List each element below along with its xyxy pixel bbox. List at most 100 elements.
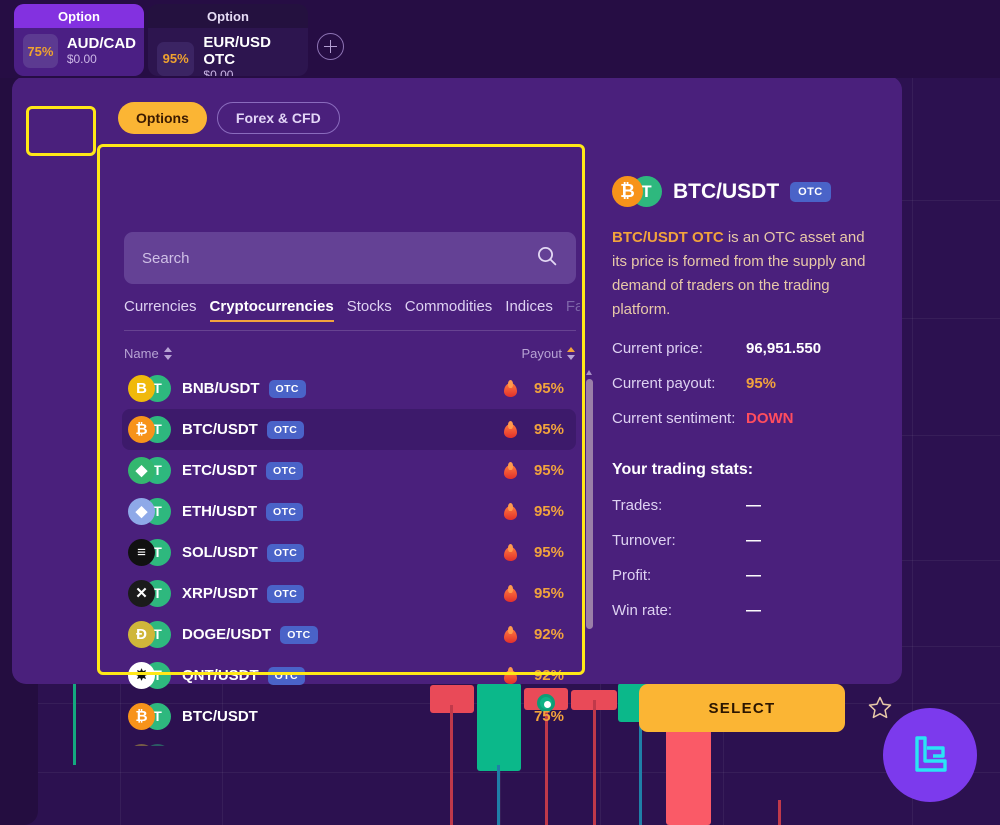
segment-forex-cfd[interactable]: Forex & CFD xyxy=(216,102,340,134)
asset-payout: 95% xyxy=(533,585,564,602)
tab-stocks[interactable]: Stocks xyxy=(347,298,392,320)
select-button[interactable]: SELECT xyxy=(639,684,845,732)
table-row[interactable]: ₿ T BTC/USDT OTC 95% xyxy=(122,409,576,450)
asset-payout: 95% xyxy=(533,421,564,438)
base-coin-icon: ≡ xyxy=(128,538,155,566)
coin-pair-icon: ₿ T xyxy=(612,176,662,208)
scroll-up-icon[interactable] xyxy=(586,370,592,375)
current-sentiment-label: Current sentiment: xyxy=(612,410,736,427)
coin-pair-icon: ✕ T xyxy=(128,579,174,608)
coin-pair-icon: ✸ T xyxy=(128,661,174,690)
otc-badge: OTC xyxy=(266,502,304,521)
asset-pair-name: BNB/USDT xyxy=(182,380,260,397)
asset-description-emphasis: BTC/USDT OTC xyxy=(612,229,724,246)
stat-value: — xyxy=(746,532,761,549)
current-price-value: 96,951.550 xyxy=(746,340,822,357)
asset-tab-amount: $0.00 xyxy=(203,68,234,76)
table-row[interactable]: ₿ T BTC/USDT 75% xyxy=(122,696,576,737)
asset-tab-kind: Option xyxy=(14,4,144,28)
asset-tab-kind: Option xyxy=(148,4,308,28)
stat-value: — xyxy=(746,567,761,584)
flame-icon xyxy=(504,544,517,561)
tab-currencies[interactable]: Currencies xyxy=(124,298,197,320)
asset-payout: 95% xyxy=(533,503,564,520)
asset-payout: 92% xyxy=(533,626,564,643)
current-price-row: Current price: 96,951.550 xyxy=(612,340,908,357)
base-coin-icon: ✸ xyxy=(128,661,155,689)
plus-circle-icon[interactable] xyxy=(317,33,344,60)
asset-payout: 95% xyxy=(533,462,564,479)
table-row[interactable]: Ð T DOGE/USDT OTC 92% xyxy=(122,614,576,655)
flame-icon xyxy=(504,380,517,397)
detail-actions: SELECT xyxy=(639,684,893,732)
table-row[interactable]: B T BNB/USDT OTC 95% xyxy=(122,368,576,409)
stat-label: Trades: xyxy=(612,497,663,514)
coin-pair-icon: Ð T xyxy=(128,620,174,649)
column-header-payout[interactable]: Payout xyxy=(522,346,576,361)
flame-icon xyxy=(504,585,517,602)
star-outline-icon[interactable] xyxy=(867,695,893,721)
asset-tab-aud-cad[interactable]: Option 75% AUD/CAD $0.00 xyxy=(14,4,144,76)
current-payout-value: 95% xyxy=(746,375,777,392)
asset-pair-name: ETC/USDT xyxy=(182,462,257,479)
scrollbar-thumb[interactable] xyxy=(586,379,593,629)
tab-commodities[interactable]: Commodities xyxy=(405,298,493,320)
table-row[interactable]: ◆ T ETH/USDT OTC 95% xyxy=(122,491,576,532)
search-input[interactable] xyxy=(142,249,536,267)
segment-options[interactable]: Options xyxy=(118,102,207,134)
tab-cryptocurrencies[interactable]: Cryptocurrencies xyxy=(209,298,334,322)
table-row[interactable]: ◆ T ETC/USDT OTC 95% xyxy=(122,450,576,491)
asset-tab-payout: 95% xyxy=(157,41,195,76)
otc-badge: OTC xyxy=(280,625,318,644)
market-type-segments: Options Forex & CFD xyxy=(118,102,340,134)
stat-turnover: Turnover: — xyxy=(612,532,908,549)
asset-tab-pair: AUD/CAD xyxy=(66,35,136,52)
table-row[interactable]: ✕ T XRP/USDT OTC 95% xyxy=(122,573,576,614)
coin-pair-icon: B T xyxy=(128,374,174,403)
asset-payout: 95% xyxy=(533,380,564,397)
search-field[interactable] xyxy=(124,232,576,284)
current-sentiment-value: DOWN xyxy=(746,410,794,427)
coin-pair-icon: ₿ T xyxy=(128,415,174,444)
coin-pair-icon: Ð T xyxy=(128,743,174,746)
sort-icon[interactable] xyxy=(567,346,576,360)
flame-icon xyxy=(504,626,517,643)
list-column-headers: Name Payout xyxy=(124,340,576,366)
asset-list-scrollbar[interactable] xyxy=(585,370,594,742)
sort-icon[interactable] xyxy=(163,346,173,360)
flame-icon xyxy=(504,503,517,520)
search-icon[interactable] xyxy=(536,245,558,272)
base-coin-icon: ◆ xyxy=(128,456,155,484)
asset-tab-eur-usd-otc[interactable]: Option 95% EUR/USD OTC $0.00 xyxy=(148,4,308,76)
tab-favorites[interactable]: Fa xyxy=(566,298,580,320)
category-divider xyxy=(124,330,576,331)
current-payout-row: Current payout: 95% xyxy=(612,375,908,392)
asset-pair-name: QNT/USDT xyxy=(182,667,259,684)
base-coin-icon: ✕ xyxy=(128,579,155,607)
asset-pair-name: BTC/USDT xyxy=(182,421,258,438)
otc-badge: OTC xyxy=(790,182,831,202)
current-payout-label: Current payout: xyxy=(612,375,716,392)
tab-indices[interactable]: Indices xyxy=(505,298,553,320)
table-row[interactable]: ✸ T QNT/USDT OTC 92% xyxy=(122,655,576,696)
table-row[interactable]: ≡ T SOL/USDT OTC 95% xyxy=(122,532,576,573)
asset-rows[interactable]: B T BNB/USDT OTC 95% ₿ T BTC/USDT OTC 95… xyxy=(118,368,580,746)
asset-pair-name: DOGE/USDT xyxy=(182,626,272,643)
coin-pair-icon: ◆ T xyxy=(128,456,174,485)
table-row[interactable]: Ð T DOGE/USDT 75% xyxy=(122,737,576,746)
category-tabs: Currencies Cryptocurrencies Stocks Commo… xyxy=(124,298,580,330)
otc-badge: OTC xyxy=(266,584,305,603)
coin-pair-icon: ≡ T xyxy=(128,538,174,567)
base-coin-icon: ₿ xyxy=(128,702,155,730)
stat-trades: Trades: — xyxy=(612,497,908,514)
otc-badge: OTC xyxy=(266,461,304,480)
asset-pair-name: ETH/USDT xyxy=(182,503,257,520)
flame-icon xyxy=(504,667,517,684)
coin-pair-icon: ◆ T xyxy=(128,497,174,526)
asset-description: BTC/USDT OTC is an OTC asset and its pri… xyxy=(612,226,874,322)
trading-platform-screen: AUD 75% Option 75% AUD/CAD $0.00 Option … xyxy=(0,0,1000,825)
column-header-name[interactable]: Name xyxy=(124,346,173,361)
detail-pair-name: BTC/USDT xyxy=(673,180,780,203)
current-sentiment-row: Current sentiment: DOWN xyxy=(612,410,908,427)
asset-payout: 95% xyxy=(533,544,564,561)
